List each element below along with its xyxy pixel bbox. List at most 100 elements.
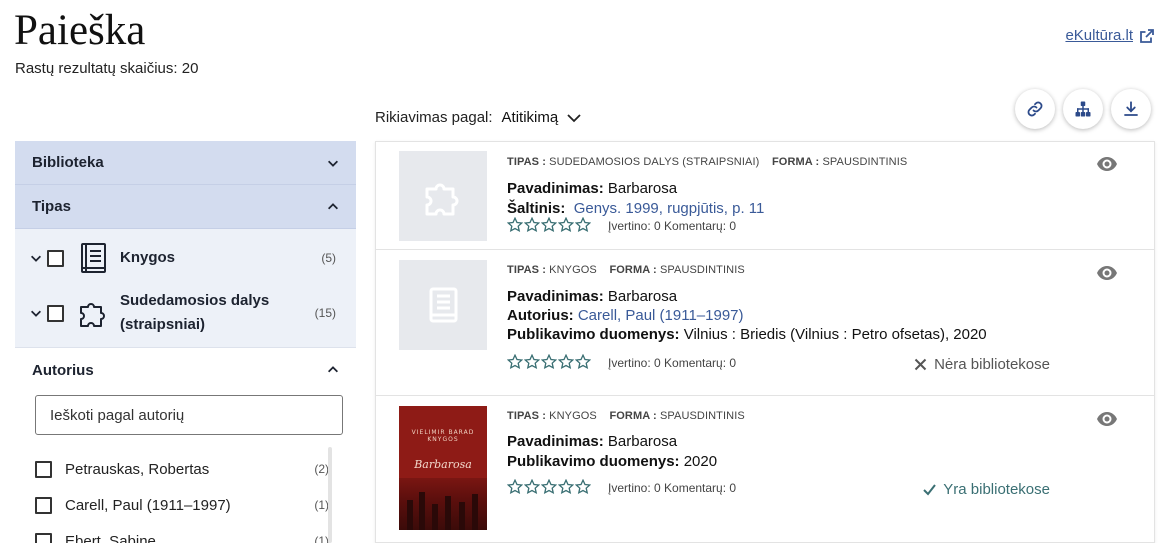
title-label: Pavadinimas: bbox=[507, 180, 604, 197]
copy-link-button[interactable] bbox=[1015, 89, 1055, 129]
star-icon[interactable] bbox=[575, 217, 591, 233]
title-label: Pavadinimas: bbox=[507, 433, 604, 450]
star-icon[interactable] bbox=[558, 217, 574, 233]
ekultura-link-label: eKultūra.lt bbox=[1065, 27, 1133, 44]
sort-dropdown[interactable]: Atitikimą bbox=[502, 109, 583, 126]
result-meta: TIPAS : SUDEDAMOSIOS DALYS (STRAIPSNIAI)… bbox=[507, 156, 907, 168]
star-icon[interactable] bbox=[575, 354, 591, 370]
download-icon bbox=[1124, 101, 1138, 116]
ekultura-link[interactable]: eKultūra.lt bbox=[1065, 27, 1155, 44]
hierarchy-button[interactable] bbox=[1063, 89, 1103, 129]
type-checkbox[interactable] bbox=[47, 304, 64, 322]
eye-icon[interactable] bbox=[1096, 411, 1118, 427]
star-icon[interactable] bbox=[507, 479, 523, 495]
forma-value: SPAUSDINTINIS bbox=[659, 264, 745, 276]
tipas-options: Knygos (5) Sudedamosios dalys (straipsni… bbox=[15, 229, 356, 348]
result-publication: Publikavimo duomenys: 2020 bbox=[507, 453, 717, 470]
rating-text: Įvertino: 0 Komentarų: 0 bbox=[608, 356, 737, 370]
author-checkbox[interactable] bbox=[35, 460, 52, 478]
publication-label: Publikavimo duomenys: bbox=[507, 453, 680, 470]
star-icon[interactable] bbox=[507, 217, 523, 233]
star-icon[interactable] bbox=[524, 479, 540, 495]
tipas-value: KNYGOS bbox=[549, 264, 597, 276]
puzzle-icon bbox=[425, 183, 459, 216]
source-label: Šaltinis: bbox=[507, 200, 566, 217]
title-value: Barbarosa bbox=[607, 288, 678, 305]
result-count: Rastų rezultatų skaičius: 20 bbox=[15, 60, 199, 77]
forma-label: FORMA : bbox=[609, 410, 657, 422]
author-checkbox[interactable] bbox=[35, 496, 52, 514]
book-icon bbox=[78, 242, 108, 274]
facet-autorius[interactable]: Autorius bbox=[15, 348, 356, 392]
eye-icon[interactable] bbox=[1096, 156, 1118, 172]
close-icon bbox=[914, 358, 927, 371]
author-count: (2) bbox=[314, 462, 329, 476]
star-icon[interactable] bbox=[524, 217, 540, 233]
star-icon[interactable] bbox=[558, 354, 574, 370]
forma-value: SPAUSDINTINIS bbox=[659, 410, 745, 422]
author-checkbox[interactable] bbox=[35, 532, 52, 543]
facet-tipas[interactable]: Tipas bbox=[15, 185, 356, 229]
tipas-label: TIPAS : bbox=[507, 410, 546, 422]
star-icon[interactable] bbox=[558, 479, 574, 495]
facet-biblioteka[interactable]: Biblioteka bbox=[15, 141, 356, 185]
availability-status: Nėra bibliotekose bbox=[914, 356, 1050, 373]
result-publication: Publikavimo duomenys: Vilnius : Briedis … bbox=[507, 326, 987, 343]
external-link-icon bbox=[1140, 28, 1154, 43]
chevron-down-icon bbox=[567, 113, 581, 122]
star-rating[interactable] bbox=[507, 479, 591, 495]
result-meta: TIPAS : KNYGOS FORMA : SPAUSDINTINIS bbox=[507, 410, 745, 422]
hierarchy-icon bbox=[1075, 101, 1091, 117]
author-label: Carell, Paul (1911–1997) bbox=[65, 496, 231, 514]
filter-sidebar: Biblioteka Tipas Knygos (5) Sudedamosios… bbox=[15, 141, 356, 543]
star-rating[interactable] bbox=[507, 217, 591, 233]
type-checkbox[interactable] bbox=[47, 249, 64, 267]
download-button[interactable] bbox=[1111, 89, 1151, 129]
result-source: Šaltinis: Genys. 1999, rugpjūtis, p. 11 bbox=[507, 200, 764, 217]
star-icon[interactable] bbox=[541, 217, 557, 233]
availability-label: Nėra bibliotekose bbox=[934, 356, 1050, 373]
result-meta: TIPAS : KNYGOS FORMA : SPAUSDINTINIS bbox=[507, 264, 745, 276]
tipas-label: TIPAS : bbox=[507, 264, 546, 276]
facet-autorius-label: Autorius bbox=[32, 361, 94, 379]
availability-status: Yra bibliotekose bbox=[923, 481, 1050, 498]
star-icon[interactable] bbox=[541, 354, 557, 370]
star-icon[interactable] bbox=[507, 354, 523, 370]
author-search-input[interactable]: Ieškoti pagal autorių bbox=[35, 395, 343, 435]
tipas-label: TIPAS : bbox=[507, 156, 546, 168]
star-rating[interactable] bbox=[507, 354, 591, 370]
star-icon[interactable] bbox=[541, 479, 557, 495]
eye-icon[interactable] bbox=[1096, 265, 1118, 281]
author-option: Petrauskas, Robertas (2) bbox=[15, 451, 356, 487]
rating-text: Įvertino: 0 Komentarų: 0 bbox=[608, 219, 737, 233]
author-list-scrollbar[interactable] bbox=[328, 447, 332, 543]
tipas-value: KNYGOS bbox=[549, 410, 597, 422]
source-link[interactable]: Genys. 1999, rugpjūtis, p. 11 bbox=[574, 200, 765, 217]
type-count: (15) bbox=[314, 306, 336, 320]
publication-label: Publikavimo duomenys: bbox=[507, 326, 680, 343]
author-label: Ebert, Sabine bbox=[65, 532, 156, 543]
rating-text: Įvertino: 0 Komentarų: 0 bbox=[608, 481, 737, 495]
chevron-down-icon[interactable] bbox=[29, 306, 43, 320]
result-item: VIELIMIR BARAD KNYGOS Barbarosa TIPAS : … bbox=[376, 396, 1154, 542]
book-cover[interactable]: VIELIMIR BARAD KNYGOS Barbarosa bbox=[399, 406, 487, 530]
chevron-down-icon bbox=[328, 160, 338, 167]
result-item: TIPAS : KNYGOS FORMA : SPAUSDINTINIS Pav… bbox=[376, 250, 1154, 396]
results-list: TIPAS : SUDEDAMOSIOS DALYS (STRAIPSNIAI)… bbox=[375, 141, 1155, 543]
result-item: TIPAS : SUDEDAMOSIOS DALYS (STRAIPSNIAI)… bbox=[376, 142, 1154, 250]
cover-title: Barbarosa bbox=[414, 458, 472, 471]
link-icon bbox=[1027, 101, 1043, 117]
title-label: Pavadinimas: bbox=[507, 288, 604, 305]
check-icon bbox=[923, 484, 937, 496]
author-link[interactable]: Carell, Paul (1911–1997) bbox=[578, 307, 744, 324]
page-title: Paieška bbox=[14, 7, 146, 54]
star-icon[interactable] bbox=[575, 479, 591, 495]
result-thumbnail[interactable] bbox=[399, 260, 487, 350]
result-thumbnail[interactable] bbox=[399, 151, 487, 241]
star-icon[interactable] bbox=[524, 354, 540, 370]
cover-top-text: VIELIMIR BARAD KNYGOS bbox=[411, 429, 475, 443]
chevron-down-icon[interactable] bbox=[29, 251, 43, 265]
result-title: Pavadinimas: Barbarosa bbox=[507, 288, 677, 305]
author-option: Ebert, Sabine (1) bbox=[15, 523, 356, 543]
type-label: Sudedamosios dalys (straipsniai) bbox=[120, 292, 270, 333]
